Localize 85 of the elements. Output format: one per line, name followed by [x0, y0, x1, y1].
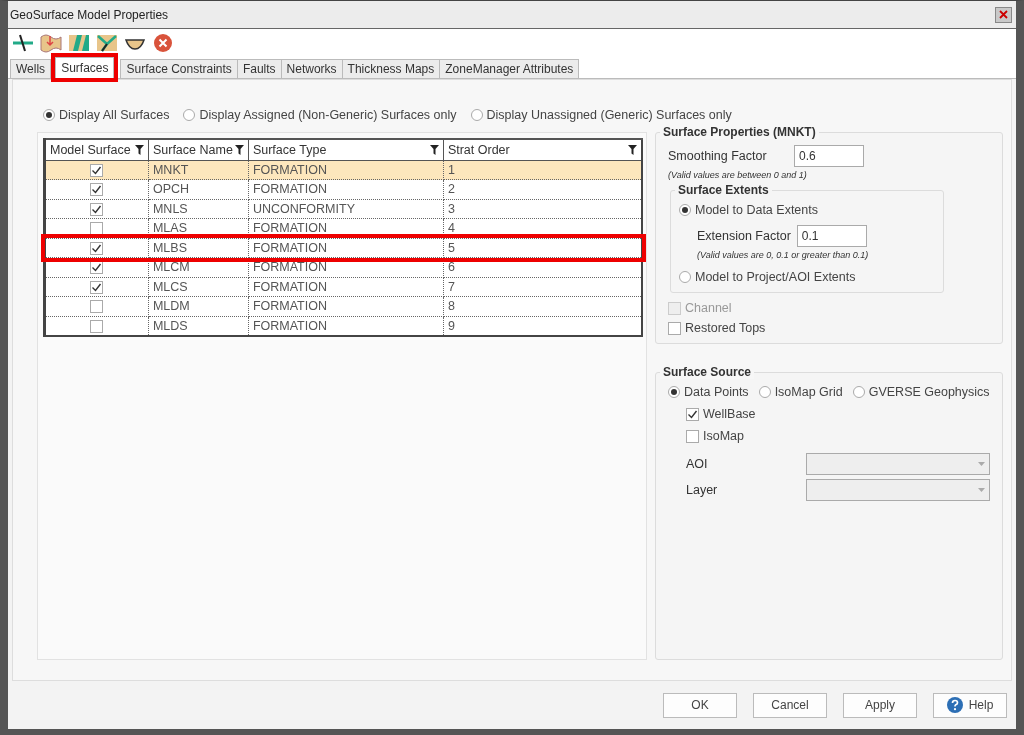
table-cell: MLCS — [148, 277, 249, 297]
group-title: Surface Source — [660, 365, 755, 379]
tab[interactable]: Surfaces — [55, 57, 115, 78]
option-label: GVERSE Geophysics — [868, 385, 990, 399]
caret-icon — [977, 488, 985, 492]
table-cell: 3 — [443, 199, 642, 219]
option-label: Display All Surfaces — [59, 108, 170, 122]
field-label: Extension Factor — [697, 229, 791, 243]
checkbox-label: WellBase — [703, 407, 756, 421]
radio-button[interactable] — [43, 109, 55, 121]
table-cell: FORMATION — [248, 277, 444, 297]
table-cell: 9 — [443, 316, 642, 336]
hint-text: (Valid values are between 0 and 1) — [668, 170, 808, 180]
checkbox-label: Channel — [685, 301, 732, 315]
column-header[interactable]: Surface Type — [248, 139, 444, 160]
table-cell: UNCONFORMITY — [248, 199, 444, 219]
option-label: Model to Data Extents — [695, 203, 818, 217]
checkbox-label: IsoMap — [703, 429, 744, 443]
fault-line-icon[interactable] — [12, 33, 34, 53]
option-label: Display Assigned (Non-Generic) Surfaces only — [199, 108, 457, 122]
radio-button[interactable] — [470, 109, 483, 121]
input-field[interactable]: 0.1 — [796, 225, 867, 247]
hint-text: (Valid values are 0, 0.1 or greater than 0.1) — [697, 250, 870, 260]
option-label: Model to Project/AOI Extents — [695, 270, 856, 284]
checkbox[interactable] — [686, 429, 699, 443]
dialog-button[interactable]: Cancel — [753, 692, 827, 718]
table-cell: FORMATION — [248, 316, 444, 336]
radio-button[interactable] — [852, 386, 865, 398]
caret-icon — [977, 462, 985, 466]
column-header[interactable]: Model Surface — [44, 139, 149, 160]
checkbox[interactable] — [90, 202, 104, 216]
checkbox[interactable] — [90, 319, 104, 333]
checkbox-label: Restored Tops — [685, 321, 766, 335]
checkbox[interactable] — [90, 280, 104, 294]
field-label: Layer — [686, 483, 718, 497]
intersection-icon[interactable] — [96, 33, 118, 53]
checkbox[interactable] — [90, 300, 104, 314]
field-label: AOI — [686, 457, 708, 471]
table-cell: MNLS — [148, 199, 249, 219]
table-cell: 7 — [443, 277, 642, 297]
radio-button[interactable] — [183, 109, 196, 121]
column-header[interactable]: Strat Order — [443, 139, 642, 160]
close-button[interactable] — [995, 6, 1012, 23]
table-cell: 1 — [443, 160, 642, 180]
window-title: GeoSurface Model Properties — [10, 7, 169, 22]
table-cell: MNKT — [148, 160, 249, 180]
option-label: IsoMap Grid — [774, 385, 843, 399]
fault-block-icon[interactable] — [68, 33, 90, 53]
option-label: Data Points — [684, 385, 749, 399]
help-button[interactable]: Help — [933, 692, 1007, 718]
filter-icon — [628, 144, 637, 155]
tab[interactable]: Thickness Maps — [341, 59, 441, 78]
help-icon — [946, 697, 963, 713]
filter-icon — [134, 144, 144, 155]
delete-icon[interactable] — [152, 33, 174, 53]
option-label: Display Unassigned (Generic) Surfaces only — [486, 108, 732, 122]
checkbox[interactable] — [686, 407, 699, 421]
tab[interactable]: Surface Constraints — [120, 59, 238, 78]
tab[interactable]: ZoneManager Attributes — [439, 59, 580, 78]
filter-icon — [429, 144, 439, 155]
table-cell: MLBS — [148, 238, 249, 258]
close-icon — [999, 10, 1008, 19]
radio-button[interactable] — [679, 271, 691, 283]
filter-icon — [234, 144, 244, 155]
field-label: Smoothing Factor — [668, 149, 768, 163]
radio-button[interactable] — [679, 204, 691, 216]
radio-button[interactable] — [758, 386, 771, 398]
table-cell: 5 — [443, 238, 642, 258]
tab[interactable]: Wells — [10, 59, 52, 78]
input-field[interactable]: 0.6 — [794, 145, 864, 167]
checkbox[interactable] — [90, 183, 104, 197]
table-cell: FORMATION — [248, 238, 444, 258]
group-title: Surface Properties (MNKT) — [660, 125, 819, 139]
group-title: Surface Extents — [675, 183, 772, 197]
checkbox[interactable] — [90, 241, 104, 255]
map-layer-icon[interactable] — [40, 33, 62, 53]
tab[interactable]: Faults — [236, 59, 282, 78]
dialog-button[interactable]: Apply — [843, 692, 917, 718]
radio-button[interactable] — [668, 386, 680, 398]
checkbox[interactable] — [668, 321, 681, 335]
column-header[interactable]: Surface Name — [148, 139, 249, 160]
tab[interactable]: Networks — [280, 59, 343, 78]
checkbox[interactable] — [90, 163, 104, 177]
table-cell: FORMATION — [248, 160, 444, 180]
dialog-button[interactable]: OK — [663, 692, 737, 718]
